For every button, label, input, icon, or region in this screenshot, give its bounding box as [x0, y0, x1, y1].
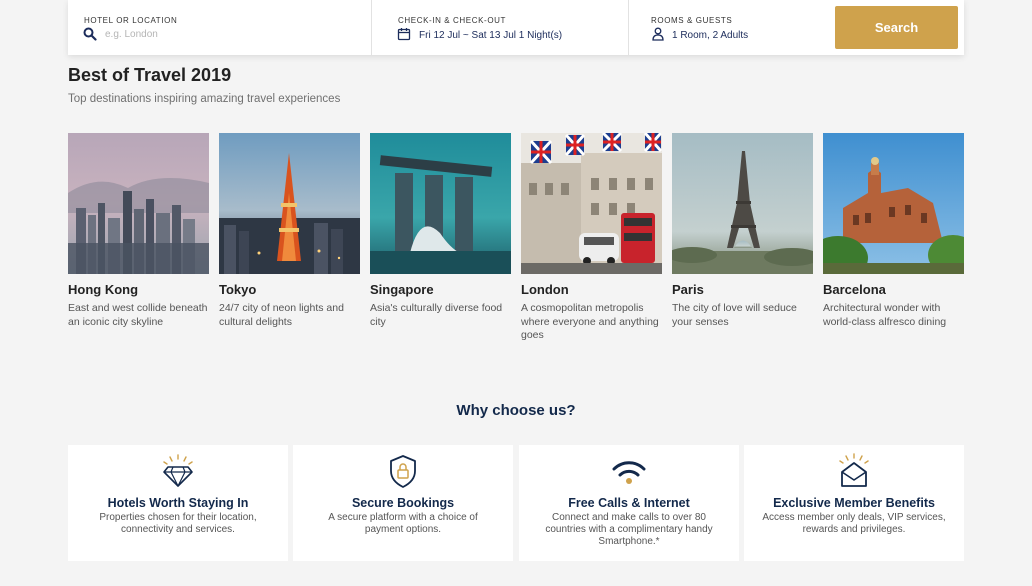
hotel-location-label: HOTEL OR LOCATION [84, 16, 178, 25]
feature-description: Connect and make calls to over 80 countr… [545, 512, 713, 547]
destination-description: The city of love will seduce your senses [672, 302, 797, 328]
feature-card-calls: Free Calls & Internet Connect and make c… [519, 445, 739, 561]
feature-description: Properties chosen for their location, co… [99, 512, 257, 535]
shield-lock-icon [390, 455, 416, 488]
feature-title: Exclusive Member Benefits [773, 496, 935, 510]
search-icon [83, 27, 97, 41]
best-of-travel-title: Best of Travel 2019 [68, 65, 232, 85]
rooms-guests-value: 1 Room, 2 Adults [672, 30, 749, 41]
destination-card-paris[interactable]: Paris The city of love will seduce your … [672, 133, 813, 329]
destination-card-hong-kong[interactable]: Hong Kong East and west collide beneath … [68, 133, 209, 329]
hotel-location-field[interactable]: HOTEL OR LOCATION [68, 0, 372, 55]
destination-card-barcelona[interactable]: Barcelona Architectural wonder with worl… [823, 133, 964, 329]
destination-description: A cosmopolitan metropolis where everyone… [521, 302, 659, 341]
feature-title: Secure Bookings [351, 496, 455, 510]
feature-card-secure: Secure Bookings A secure platform with a… [293, 445, 513, 561]
destination-card-singapore[interactable]: Singapore Asia's culturally diverse food… [370, 133, 511, 329]
destination-card-tokyo[interactable]: Tokyo 24/7 city of neon lights and cultu… [219, 133, 360, 329]
envelope-icon [839, 453, 869, 487]
check-in-out-value: Fri 12 Jul ~ Sat 13 Jul 1 Night(s) [419, 30, 563, 41]
person-icon [652, 27, 664, 41]
wifi-icon [612, 461, 646, 484]
destination-description: 24/7 city of neon lights and cultural de… [219, 302, 344, 328]
destination-name: London [521, 282, 569, 297]
destination-name: Singapore [370, 282, 434, 297]
rooms-guests-field[interactable]: ROOMS & GUESTS 1 Room, 2 Adults [629, 0, 827, 55]
singapore-image [370, 133, 511, 274]
best-of-travel-subtitle: Top destinations inspiring amazing trave… [68, 93, 341, 105]
feature-description: Access member only deals, VIP services, … [762, 512, 946, 535]
check-in-out-field[interactable]: CHECK-IN & CHECK-OUT Fri 12 Jul ~ Sat 13… [372, 0, 629, 55]
calendar-icon [397, 28, 411, 41]
london-image [521, 133, 662, 274]
barcelona-image [823, 133, 964, 274]
feature-card-hotels: Hotels Worth Staying In Properties chose… [68, 445, 288, 561]
destination-name: Tokyo [219, 282, 257, 297]
feature-title: Hotels Worth Staying In [107, 496, 249, 510]
destination-name: Hong Kong [68, 282, 139, 297]
rooms-guests-label: ROOMS & GUESTS [651, 16, 733, 25]
destination-description: East and west collide beneath an iconic … [68, 302, 208, 328]
diamond-icon [163, 454, 193, 487]
why-choose-us-title: Why choose us? [456, 402, 576, 419]
feature-card-member: Exclusive Member Benefits Access member … [744, 445, 964, 561]
feature-description: A secure platform with a choice of payme… [328, 512, 478, 535]
hong-kong-image [68, 133, 209, 274]
destination-name: Barcelona [823, 282, 886, 297]
destination-description: Asia's culturally diverse food city [370, 302, 503, 328]
hotel-location-input[interactable] [105, 29, 345, 40]
search-button[interactable]: Search [835, 6, 958, 49]
feature-title: Free Calls & Internet [568, 496, 690, 510]
destination-name: Paris [672, 282, 704, 297]
search-bar: HOTEL OR LOCATION CHECK-IN & CHECK-OUT F… [68, 0, 964, 55]
destination-description: Architectural wonder with world-class al… [823, 302, 947, 328]
check-in-out-label: CHECK-IN & CHECK-OUT [398, 16, 507, 25]
destination-card-london[interactable]: London A cosmopolitan metropolis where e… [521, 133, 662, 343]
tokyo-image [219, 133, 360, 274]
paris-image [672, 133, 813, 274]
